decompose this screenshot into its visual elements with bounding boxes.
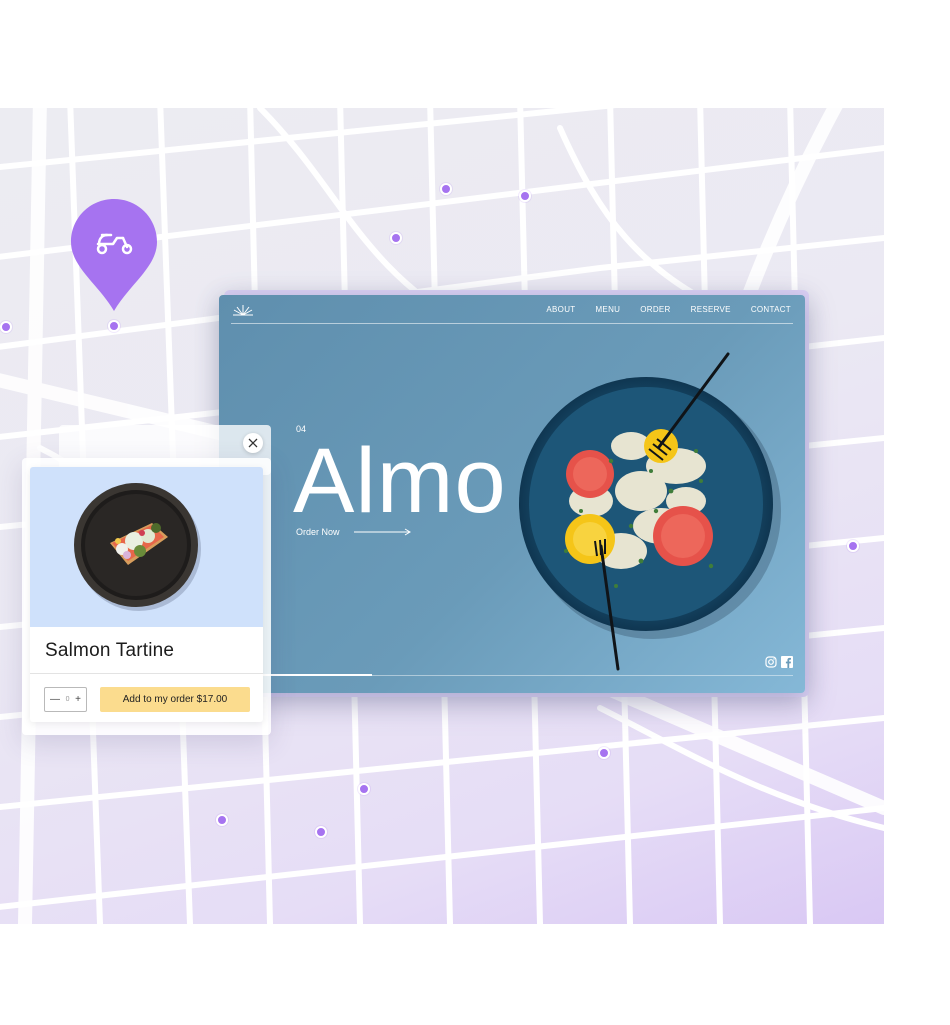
quantity-value: 0	[65, 696, 70, 703]
hero-plate-image	[519, 352, 781, 671]
close-popup-button[interactable]	[243, 433, 263, 453]
map-route-point	[598, 747, 610, 759]
nav-about[interactable]: ABOUT	[546, 305, 575, 314]
slide-progress-track	[231, 674, 793, 676]
close-icon	[248, 438, 258, 448]
nav-order[interactable]: ORDER	[640, 305, 670, 314]
nav-contact[interactable]: CONTACT	[751, 305, 791, 314]
arrow-right-icon	[353, 528, 411, 536]
map-route-point	[519, 190, 531, 202]
card-divider	[30, 673, 263, 674]
delivery-pin	[71, 199, 157, 311]
nav-reserve[interactable]: RESERVE	[691, 305, 731, 314]
social-links	[765, 656, 793, 668]
salmon-tartine-image	[74, 483, 201, 611]
quantity-stepper[interactable]: — 0 +	[44, 687, 87, 712]
order-now-label: Order Now	[296, 527, 340, 537]
hero-title: Almo	[293, 430, 507, 532]
map-route-point	[390, 232, 402, 244]
add-to-order-button[interactable]: Add to my order $17.00	[100, 687, 250, 712]
restaurant-site: ABOUT MENU ORDER RESERVE CONTACT 04 Almo…	[219, 295, 805, 693]
product-name: Salmon Tartine	[45, 640, 175, 661]
map-route-point	[216, 814, 228, 826]
product-photo	[30, 467, 263, 627]
map-route-point	[440, 183, 452, 195]
product-card: Salmon Tartine — 0 + Add to my order $17…	[30, 467, 263, 722]
nav-divider	[231, 323, 793, 324]
map-route-point	[108, 320, 120, 332]
facebook-icon[interactable]	[781, 656, 793, 668]
sunrise-logo-icon[interactable]	[231, 303, 255, 317]
decrement-button[interactable]: —	[50, 694, 60, 705]
map-route-point	[358, 783, 370, 795]
map-route-point	[315, 826, 327, 838]
map-route-point	[0, 321, 12, 333]
map-route-point	[847, 540, 859, 552]
site-nav: ABOUT MENU ORDER RESERVE CONTACT	[546, 305, 791, 314]
increment-button[interactable]: +	[75, 694, 81, 705]
instagram-icon[interactable]	[765, 656, 777, 668]
nav-menu[interactable]: MENU	[595, 305, 620, 314]
order-now-link[interactable]: Order Now	[296, 527, 412, 537]
